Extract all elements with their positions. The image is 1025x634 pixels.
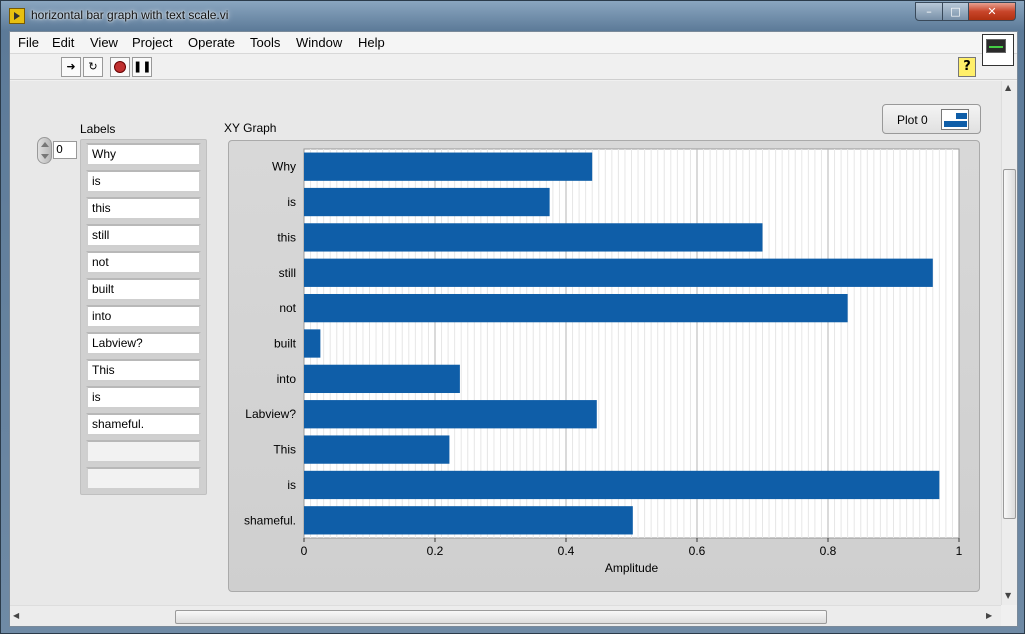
- category-label: this: [277, 230, 296, 244]
- horizontal-scrollbar[interactable]: ◀ ▶: [10, 605, 1001, 626]
- menu-project[interactable]: Project: [132, 35, 172, 50]
- index-value[interactable]: 0: [53, 141, 77, 159]
- scroll-up-icon[interactable]: ▲: [1005, 83, 1011, 92]
- labels-array: Why is this still not built into Labview…: [80, 139, 207, 495]
- front-panel: Labels 0 Why is this still not built int…: [10, 81, 1001, 605]
- array-element[interactable]: built: [86, 278, 201, 301]
- xy-graph[interactable]: Why is this still not built into Labview? This is…: [228, 140, 980, 592]
- bar: [304, 223, 763, 252]
- bar: [304, 152, 593, 181]
- menu-file[interactable]: File: [18, 35, 39, 50]
- category-label: Labview?: [245, 407, 296, 421]
- graph-caption: XY Graph: [224, 121, 277, 135]
- x-tick-label: 0.8: [820, 544, 837, 558]
- menu-bar: File Edit View Project Operate Tools Win…: [10, 32, 1017, 54]
- context-help-button[interactable]: ?: [958, 57, 976, 77]
- menu-help[interactable]: Help: [358, 35, 385, 50]
- scroll-down-icon[interactable]: ▼: [1005, 591, 1011, 600]
- index-spinner[interactable]: [37, 137, 52, 164]
- array-element[interactable]: Why: [86, 143, 201, 166]
- menu-operate[interactable]: Operate: [188, 35, 235, 50]
- vertical-scroll-thumb[interactable]: [1003, 169, 1016, 519]
- pause-icon[interactable]: ❚❚: [132, 57, 152, 77]
- close-button[interactable]: ✕: [968, 2, 1016, 21]
- bar: [304, 506, 633, 535]
- array-element[interactable]: not: [86, 251, 201, 274]
- array-element[interactable]: This: [86, 359, 201, 382]
- plot-legend[interactable]: Plot 0: [882, 104, 981, 134]
- x-tick-label: 0.2: [427, 544, 444, 558]
- legend-plot-name: Plot 0: [897, 113, 928, 127]
- x-tick-label: 0.4: [558, 544, 575, 558]
- category-label: This: [273, 443, 296, 457]
- x-tick-label: 1: [956, 544, 963, 558]
- array-element[interactable]: into: [86, 305, 201, 328]
- bar: [304, 187, 550, 217]
- maximize-button[interactable]: □: [942, 2, 969, 21]
- labels-caption: Labels: [80, 122, 116, 136]
- category-label: is: [287, 478, 296, 492]
- x-tick-label: 0.6: [689, 544, 706, 558]
- array-element[interactable]: shameful.: [86, 413, 201, 436]
- array-element[interactable]: this: [86, 197, 201, 220]
- category-label: Why: [272, 160, 296, 174]
- bar-plot-icon[interactable]: [941, 109, 969, 130]
- array-element-empty[interactable]: [86, 467, 201, 490]
- bar: [304, 364, 460, 394]
- graph-svg: Why is this still not built into Labview? This is…: [244, 148, 963, 575]
- window-title: horizontal bar graph with text scale.vi: [31, 8, 229, 22]
- category-label: is: [287, 195, 296, 209]
- array-element-empty[interactable]: [86, 440, 201, 463]
- scroll-left-icon[interactable]: ◀: [13, 611, 19, 620]
- category-label: not: [279, 301, 296, 315]
- menu-tools[interactable]: Tools: [250, 35, 280, 50]
- vertical-scrollbar[interactable]: ▲ ▼: [1001, 81, 1017, 605]
- array-element[interactable]: is: [86, 386, 201, 409]
- bar: [304, 258, 933, 287]
- category-label: shameful.: [244, 513, 296, 527]
- run-continuously-icon[interactable]: ↻: [83, 57, 103, 77]
- horizontal-scroll-thumb[interactable]: [175, 610, 827, 624]
- bar: [304, 293, 848, 323]
- bar: [304, 435, 450, 464]
- array-element[interactable]: still: [86, 224, 201, 247]
- title-bar[interactable]: horizontal bar graph with text scale.vi …: [1, 1, 1024, 31]
- minimize-button[interactable]: –: [915, 2, 943, 21]
- app-window: horizontal bar graph with text scale.vi …: [0, 0, 1025, 634]
- array-element[interactable]: Labview?: [86, 332, 201, 355]
- front-panel-window: File Edit View Project Operate Tools Win…: [9, 31, 1018, 627]
- run-arrow-icon[interactable]: ➜: [61, 57, 81, 77]
- abort-stop-icon[interactable]: [110, 57, 130, 77]
- toolbar: ➜ ↻ ❚❚: [10, 54, 1017, 80]
- bar: [304, 329, 321, 358]
- menu-window[interactable]: Window: [296, 35, 342, 50]
- x-tick-label: 0: [301, 544, 308, 558]
- category-label: built: [274, 337, 297, 351]
- bar: [304, 470, 940, 500]
- array-index-control[interactable]: 0: [37, 137, 78, 164]
- x-axis-label: Amplitude: [605, 561, 659, 575]
- menu-edit[interactable]: Edit: [52, 35, 74, 50]
- array-element[interactable]: is: [86, 170, 201, 193]
- bar: [304, 400, 597, 429]
- vi-app-icon: [9, 8, 25, 24]
- category-label: into: [277, 372, 297, 386]
- menu-view[interactable]: View: [90, 35, 118, 50]
- scroll-right-icon[interactable]: ▶: [986, 611, 992, 620]
- category-label: still: [279, 266, 296, 280]
- vi-connector-icon: [982, 34, 1014, 66]
